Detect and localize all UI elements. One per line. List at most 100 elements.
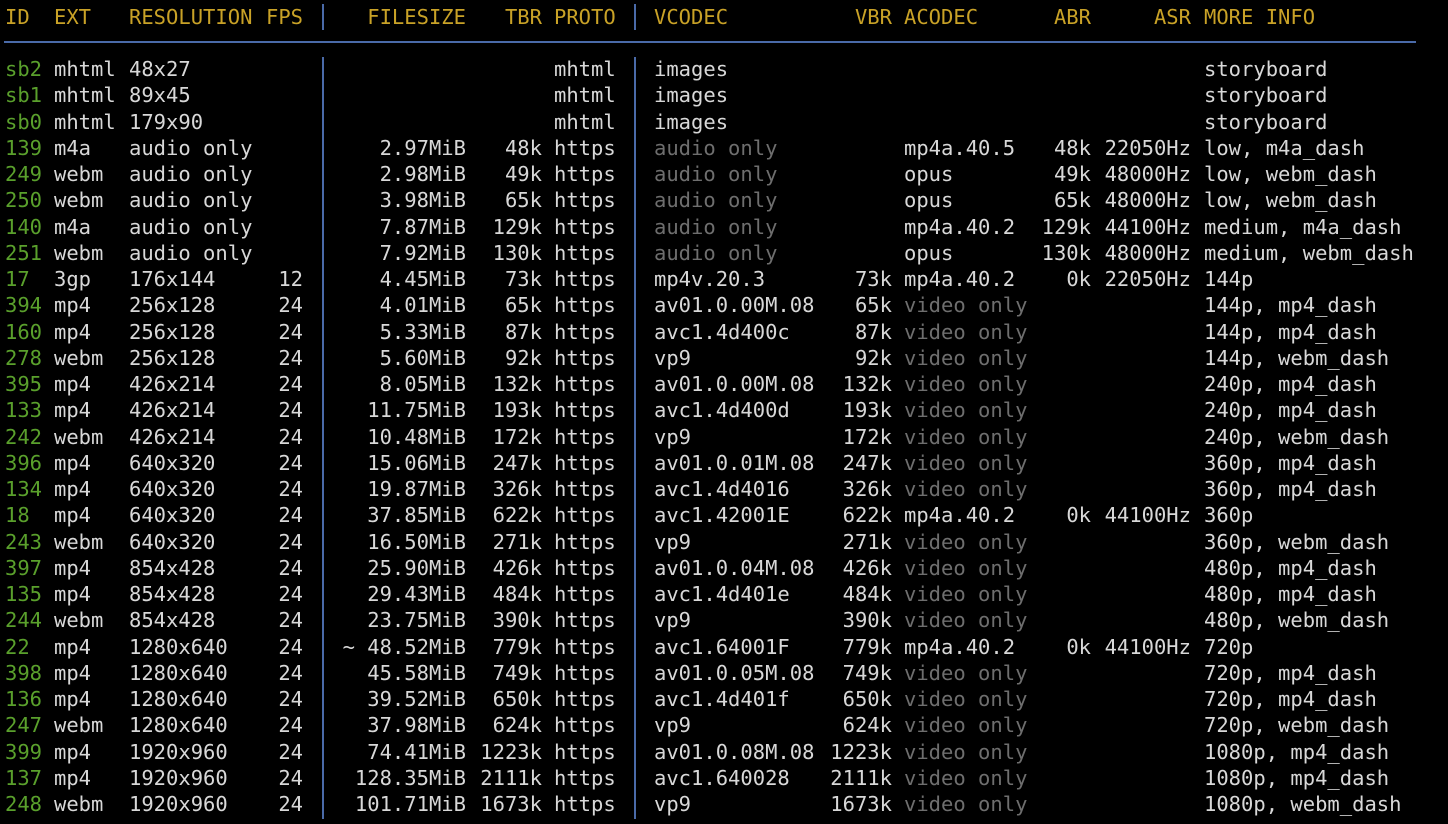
cell-ext: mhtml xyxy=(54,57,116,81)
cell-vcodec: vp9 xyxy=(654,792,692,816)
cell-acodec: video only xyxy=(904,713,1028,738)
cell-more: 144p, webm_dash xyxy=(1204,345,1390,370)
cell-id: 243 xyxy=(5,529,43,554)
cell-fps: 24 xyxy=(278,792,303,816)
cell-res: audio only xyxy=(129,188,253,213)
header-vcodec: VCODEC xyxy=(654,5,729,29)
cell-more: 144p, mp4_dash xyxy=(1204,319,1377,344)
cell-fps: 24 xyxy=(278,660,303,685)
cell-ext: webm xyxy=(54,162,104,186)
cell-acodec: mp4a.40.5 xyxy=(904,135,1016,160)
cell-vcodec: images xyxy=(654,109,729,134)
cell-acodec: video only xyxy=(904,765,1028,790)
cell-res: 1280x640 xyxy=(129,634,228,659)
header-filesize: FILESIZE xyxy=(367,5,466,29)
cell-more: 1080p, webm_dash xyxy=(1204,792,1402,816)
cell-vbr: 193k xyxy=(842,398,892,423)
cell-vcodec: av01.0.00M.08 xyxy=(654,372,815,396)
cell-acodec: video only xyxy=(904,345,1028,370)
cell-proto: mhtml xyxy=(554,83,616,108)
cell-id: 17 xyxy=(5,267,30,291)
cell-res: 1920x960 xyxy=(129,765,228,790)
cell-res: audio only xyxy=(129,135,253,160)
cell-acodec: video only xyxy=(904,372,1028,396)
cell-proto: https xyxy=(554,582,616,606)
cell-ext: mp4 xyxy=(54,503,92,528)
cell-asr: 48000Hz xyxy=(1104,162,1191,186)
cell-id: 136 xyxy=(5,687,43,711)
cell-vbr: 132k xyxy=(842,372,892,396)
cell-fps: 24 xyxy=(278,345,303,370)
cell-vcodec: audio only xyxy=(654,135,778,160)
table-row: 399 mp4 1920x960 24 74.41MiB 1223k https av01.0… xyxy=(0,739,1448,765)
table-row: 139 m4a audio only 2.97MiB 48k https audio onl… xyxy=(0,135,1448,161)
cell-vcodec: audio only xyxy=(654,162,778,186)
cell-proto: https xyxy=(554,214,616,239)
cell-acodec: video only xyxy=(904,477,1028,501)
cell-asr: 48000Hz xyxy=(1104,188,1191,213)
cell-proto: https xyxy=(554,739,616,764)
cell-proto: https xyxy=(554,450,616,475)
cell-res: 426x214 xyxy=(129,398,216,423)
cell-vbr: 622k xyxy=(842,503,892,528)
cell-proto: https xyxy=(554,267,616,291)
cell-fps: 24 xyxy=(278,424,303,449)
table-row: 244 webm 854x428 24 23.75MiB 390k https vp9 390k… xyxy=(0,607,1448,633)
cell-tbr: 48k xyxy=(504,135,542,160)
cell-tbr: 172k xyxy=(492,424,542,449)
cell-size: 37.85MiB xyxy=(367,503,466,528)
cell-acodec: video only xyxy=(904,450,1028,475)
table-row: 22 mp4 1280x640 24 ~ 48.52MiB 779k https avc1.6… xyxy=(0,634,1448,660)
cell-more: 1080p, mp4_dash xyxy=(1204,739,1390,764)
cell-ext: mp4 xyxy=(54,372,92,396)
cell-size: 128.35MiB xyxy=(354,765,466,790)
cell-proto: https xyxy=(554,660,616,685)
cell-size: 11.75MiB xyxy=(367,398,466,423)
table-row: 248 webm 1920x960 24 101.71MiB 1673k https vp9 1… xyxy=(0,791,1448,817)
cell-res: 256x128 xyxy=(129,319,216,344)
cell-acodec: video only xyxy=(904,582,1028,606)
cell-vcodec: avc1.640028 xyxy=(654,765,790,790)
cell-acodec: video only xyxy=(904,529,1028,554)
cell-ext: mp4 xyxy=(54,555,92,580)
cell-proto: https xyxy=(554,555,616,580)
cell-size: 7.87MiB xyxy=(379,214,466,239)
cell-size: 101.71MiB xyxy=(354,792,466,816)
cell-tbr: 130k xyxy=(492,240,542,265)
cell-size: 3.98MiB xyxy=(379,188,466,213)
cell-ext: webm xyxy=(54,188,104,213)
cell-tbr: 65k xyxy=(504,293,542,318)
cell-ext: mhtml xyxy=(54,109,116,134)
cell-fps: 24 xyxy=(278,372,303,396)
cell-proto: https xyxy=(554,319,616,344)
cell-vcodec: av01.0.01M.08 xyxy=(654,450,815,475)
table-row: 395 mp4 426x214 24 8.05MiB 132k https av01.0.00… xyxy=(0,371,1448,397)
cell-ext: mp4 xyxy=(54,660,92,685)
cell-vcodec: vp9 xyxy=(654,608,692,633)
cell-id: 397 xyxy=(5,555,43,580)
table-row: 160 mp4 256x128 24 5.33MiB 87k https avc1.4d400… xyxy=(0,319,1448,345)
cell-id: 398 xyxy=(5,660,43,685)
cell-acodec: video only xyxy=(904,660,1028,685)
cell-ext: mhtml xyxy=(54,83,116,108)
cell-id: 160 xyxy=(5,319,43,344)
cell-vcodec: avc1.64001F xyxy=(654,634,790,659)
table-row: sb1 mhtml 89x45 mhtml images storyboard xyxy=(0,82,1448,108)
cell-vbr: 779k xyxy=(842,634,892,659)
cell-asr: 48000Hz xyxy=(1104,240,1191,265)
cell-tbr: 426k xyxy=(492,555,542,580)
cell-id: 244 xyxy=(5,608,43,633)
cell-acodec: video only xyxy=(904,739,1028,764)
cell-abr: 65k xyxy=(1053,188,1091,213)
cell-id: sb2 xyxy=(5,57,43,81)
cell-res: 640x320 xyxy=(129,529,216,554)
cell-vcodec: vp9 xyxy=(654,424,692,449)
cell-ext: mp4 xyxy=(54,687,92,711)
cell-proto: https xyxy=(554,634,616,659)
cell-ext: mp4 xyxy=(54,319,92,344)
cell-size: 39.52MiB xyxy=(367,687,466,711)
cell-ext: webm xyxy=(54,240,104,265)
cell-id: 249 xyxy=(5,162,43,186)
cell-more: 720p, mp4_dash xyxy=(1204,687,1377,711)
cell-vbr: 92k xyxy=(854,345,892,370)
